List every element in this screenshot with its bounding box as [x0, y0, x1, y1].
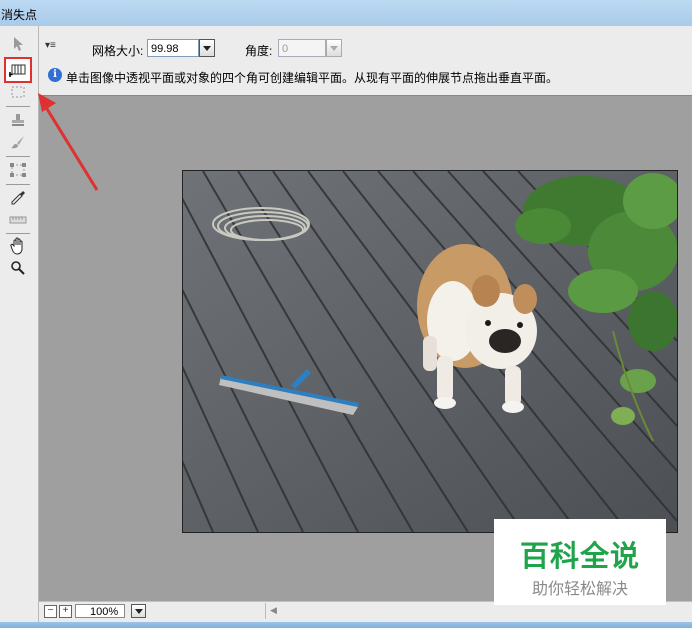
hand-icon[interactable]: [6, 236, 30, 256]
transform-icon[interactable]: [6, 160, 30, 180]
chevron-down-icon: [330, 45, 338, 51]
ruler-icon[interactable]: [6, 210, 30, 230]
watermark-title: 百科全说: [519, 541, 640, 573]
options-menu-icon[interactable]: ▾≡: [45, 40, 56, 51]
angle-label: 角度:: [245, 44, 273, 58]
watermark-subtitle: 助你轻松解决: [531, 581, 628, 598]
scroll-left-icon[interactable]: ◀: [270, 605, 277, 616]
zoom-level-input[interactable]: 100%: [75, 604, 125, 618]
window-bottom-edge: [0, 622, 692, 628]
info-text: 单击图像中透视平面或对象的四个角可创建编辑平面。从现有平面的伸展节点拖出垂直平面…: [66, 71, 559, 85]
toolbox-separator: [6, 156, 30, 157]
horizontal-scrollbar[interactable]: ◀: [265, 603, 692, 619]
info-icon: i: [48, 68, 62, 82]
grid-size-dropdown-button[interactable]: [199, 39, 215, 57]
chevron-down-icon: [203, 45, 211, 51]
window-title: 消失点: [1, 8, 38, 22]
toolbox-separator: [6, 106, 30, 107]
brush-icon[interactable]: [6, 132, 30, 152]
magnifier-icon[interactable]: [6, 258, 30, 278]
zoom-dropdown-button[interactable]: [131, 604, 146, 618]
watermark: 百科全说 助你轻松解决: [494, 519, 666, 605]
create-plane-icon[interactable]: [4, 57, 32, 83]
zoom-in-button[interactable]: +: [59, 605, 72, 618]
toolbox-separator: [6, 184, 30, 185]
grid-size-input[interactable]: 99.98: [147, 39, 199, 57]
pointer-icon[interactable]: [6, 34, 30, 54]
dog-on-deck-photo: [183, 171, 677, 532]
title-bar: 消失点: [0, 0, 692, 26]
grid-size-label: 网格大小:: [92, 44, 144, 58]
chevron-down-icon: [134, 608, 143, 614]
toolbox: [0, 26, 39, 624]
preview-image[interactable]: [182, 170, 678, 533]
zoom-out-button[interactable]: −: [44, 605, 57, 618]
angle-dropdown-button[interactable]: [326, 39, 342, 57]
toolbox-separator: [6, 233, 30, 234]
eyedropper-icon[interactable]: [6, 188, 30, 208]
stamp-icon[interactable]: [6, 110, 30, 130]
angle-input[interactable]: 0: [278, 39, 326, 57]
options-bar: ▾≡ 网格大小: 99.98 角度: 0: [39, 34, 692, 62]
info-bar: i 单击图像中透视平面或对象的四个角可创建编辑平面。从现有平面的伸展节点拖出垂直…: [44, 66, 680, 86]
marquee-icon[interactable]: [6, 82, 30, 102]
